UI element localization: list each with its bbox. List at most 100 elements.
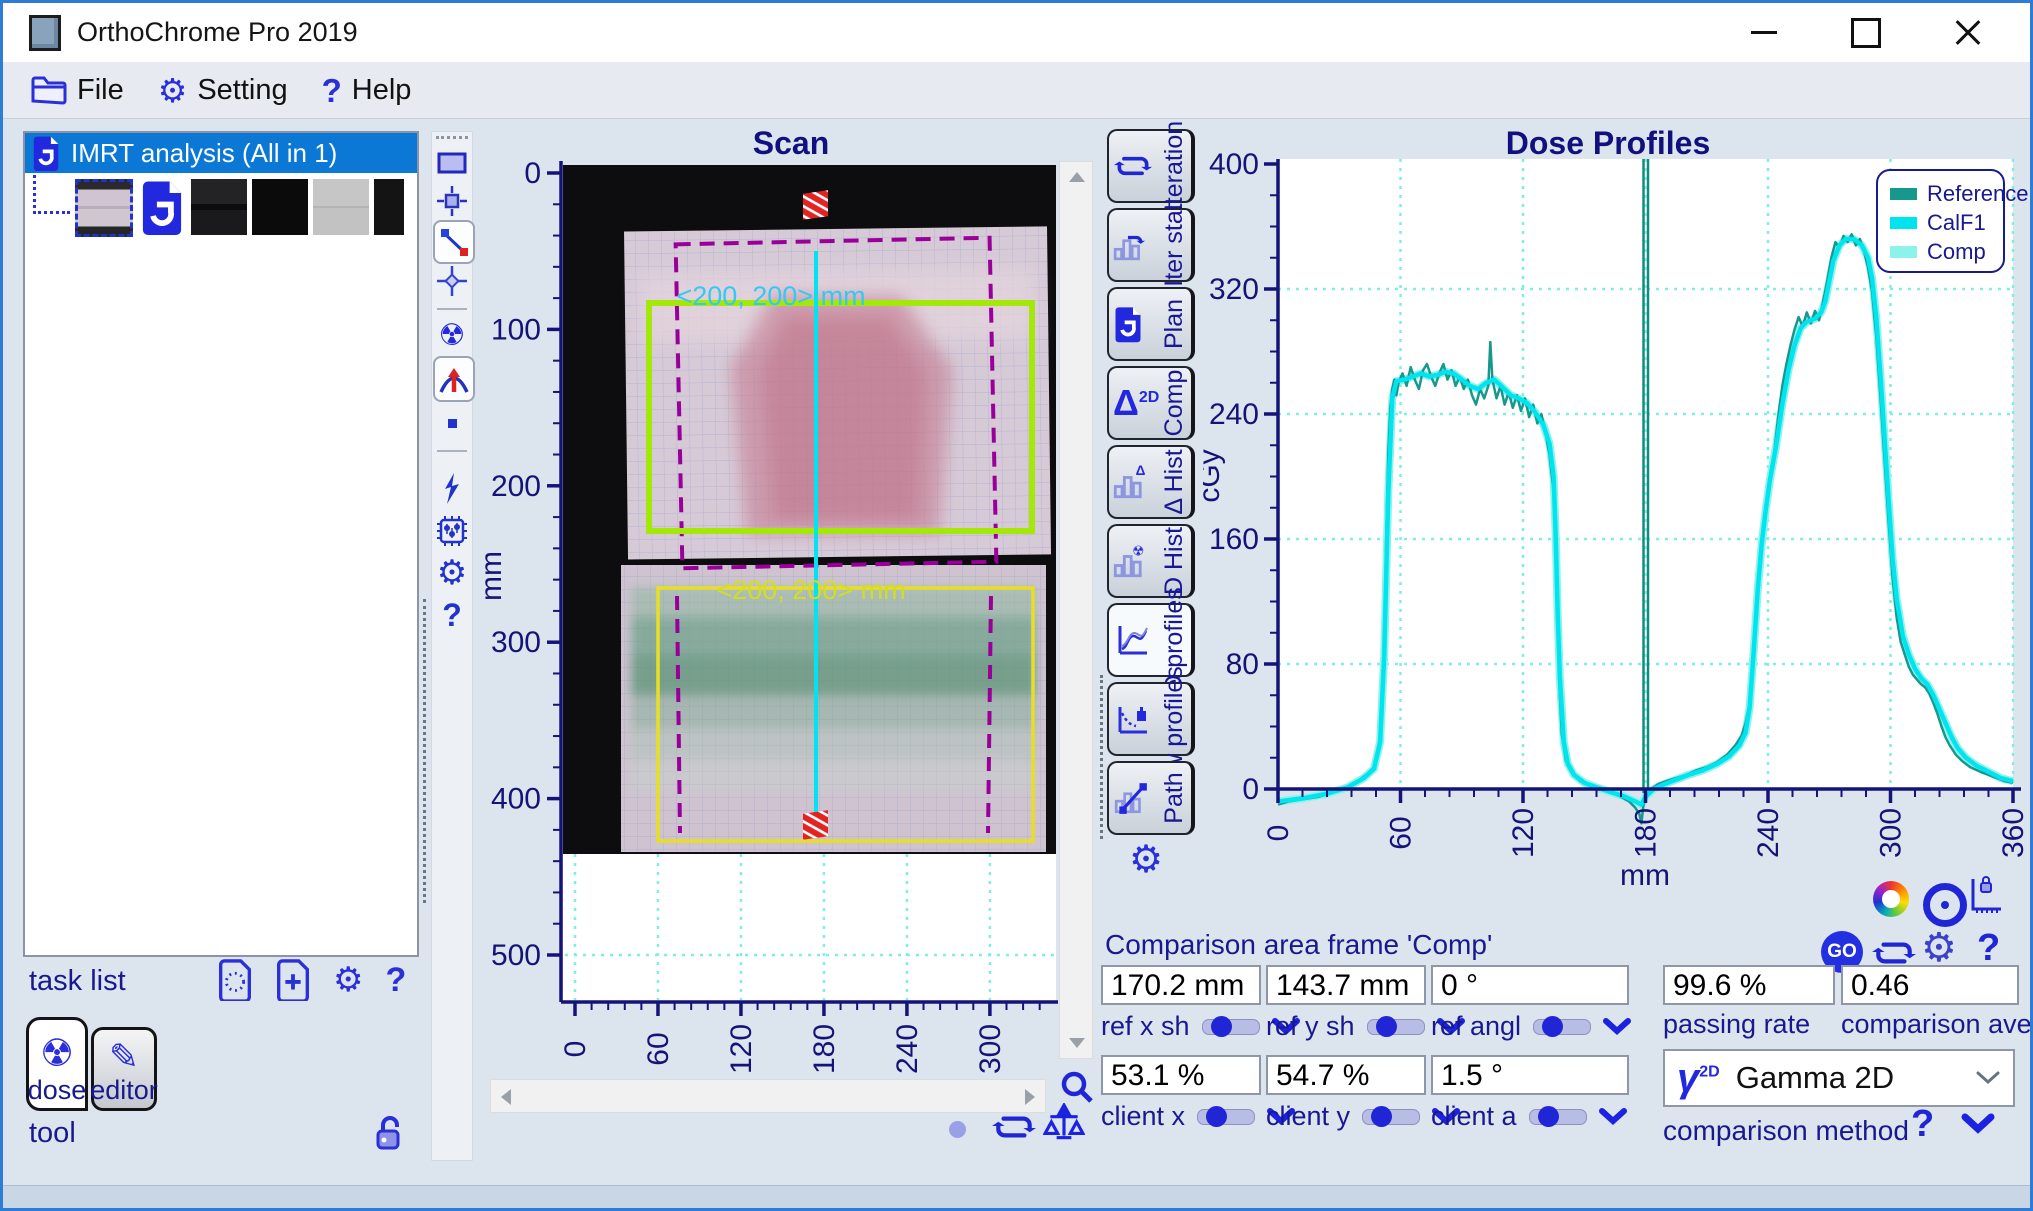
thumbnail-row — [25, 173, 417, 237]
tab-plan[interactable]: Plan — [1107, 287, 1195, 361]
client-angle-slider[interactable] — [1529, 1109, 1587, 1125]
svg-text:240: 240 — [891, 1024, 924, 1074]
client-y-field[interactable]: 54.7 % — [1266, 1055, 1426, 1095]
tab-delta-hist[interactable]: Δ Δ Hist — [1107, 445, 1195, 519]
ref-angle-expand-icon[interactable] — [1603, 1018, 1631, 1036]
profile-handle-top[interactable] — [803, 190, 828, 220]
scan-view[interactable]: <200, 200> mm <200, 200> mm 010020030040… — [481, 121, 1101, 1166]
legend-row-comp: Comp — [1890, 237, 2003, 266]
profiles-settings-button[interactable]: ⚙ — [1129, 837, 1163, 882]
minimize-button[interactable] — [1742, 13, 1786, 53]
close-button[interactable] — [1946, 13, 1990, 53]
ref-angle-slider[interactable] — [1533, 1019, 1591, 1035]
svg-text:240: 240 — [1209, 398, 1259, 431]
axis-lock-icon[interactable] — [1965, 875, 2003, 915]
ref-y-shift-slider[interactable] — [1367, 1019, 1425, 1035]
tab-iteration[interactable]: Iteration — [1107, 129, 1195, 203]
unlock-icon[interactable] — [373, 1113, 405, 1153]
target-icon[interactable] — [1923, 883, 1967, 927]
svg-text:60: 60 — [1385, 816, 1418, 849]
svg-text:Δ: Δ — [1136, 465, 1146, 478]
window-title: OrthoChrome Pro 2019 — [77, 17, 358, 48]
scan-h-scrollbar[interactable] — [490, 1079, 1046, 1113]
processing-settings-tool[interactable] — [435, 514, 469, 548]
add-task-button[interactable] — [275, 959, 311, 1001]
center-marker-tool[interactable] — [435, 184, 469, 218]
point-tool[interactable] — [435, 406, 469, 440]
cycle-icon[interactable] — [991, 1109, 1037, 1145]
maximize-button[interactable] — [1844, 13, 1888, 53]
svg-text:0: 0 — [524, 157, 541, 190]
method-expand-icon[interactable] — [1961, 1113, 1995, 1135]
client-y-slider[interactable] — [1362, 1109, 1420, 1125]
client-x-field[interactable]: 53.1 % — [1101, 1055, 1261, 1095]
thumbnail-film-dark[interactable] — [191, 179, 247, 235]
menu-help[interactable]: ? Help — [312, 70, 422, 111]
thumbnail-film-gray[interactable] — [313, 179, 369, 235]
task-settings-button[interactable]: ⚙ — [333, 960, 363, 1000]
task-help-button[interactable]: ? — [385, 961, 406, 1000]
peak-tool[interactable] — [433, 356, 475, 402]
menu-file[interactable]: File — [21, 70, 134, 111]
crosshair-tool[interactable] — [435, 264, 469, 298]
tool-tab-dose[interactable]: ☢ dose — [26, 1017, 88, 1111]
client-x-slider[interactable] — [1197, 1109, 1255, 1125]
svg-text:120: 120 — [725, 1024, 758, 1074]
menu-help-label: Help — [352, 74, 412, 107]
method-help-button[interactable]: ? — [1911, 1103, 1934, 1146]
line-profile-tool[interactable] — [433, 220, 475, 264]
scroll-right-arrow[interactable] — [1025, 1089, 1035, 1105]
client-angle-expand-icon[interactable] — [1599, 1108, 1627, 1126]
client-angle-field[interactable]: 1.5 ° — [1431, 1055, 1629, 1095]
balance-icon[interactable] — [1043, 1103, 1085, 1145]
tab-path[interactable]: Path — [1107, 761, 1195, 835]
tab-comp[interactable]: Δ2D Comp — [1107, 366, 1195, 440]
tab-delta-hist-label: Δ Hist — [1160, 449, 1189, 514]
comparison-help-button[interactable]: ? — [1977, 927, 2000, 970]
iteration-icon — [1113, 149, 1153, 183]
color-wheel-icon[interactable] — [1873, 881, 1909, 917]
radiation-icon: ☢ — [40, 1035, 74, 1073]
toolbar-grip[interactable] — [436, 136, 468, 139]
legend-label-comp: Comp — [1927, 239, 1986, 265]
comparison-average-field[interactable]: 0.46 — [1841, 965, 2019, 1005]
comparison-method-dropdown[interactable]: γ2D Gamma 2D — [1663, 1049, 2015, 1107]
legend-swatch-comp — [1890, 246, 1917, 258]
svg-text:180: 180 — [808, 1024, 841, 1074]
svg-text:300: 300 — [491, 626, 541, 659]
thumbnail-film-black[interactable] — [252, 179, 308, 235]
scroll-up-arrow[interactable] — [1069, 172, 1085, 182]
svg-text:mm: mm — [1620, 859, 1670, 892]
dose-tool[interactable]: ☢ — [435, 318, 469, 352]
flash-tool[interactable] — [435, 472, 469, 506]
thumbnail-selected[interactable] — [75, 179, 133, 237]
ref-x-shift-field[interactable]: 170.2 mm — [1101, 965, 1261, 1005]
ref-angle-label: ref angl — [1431, 1011, 1521, 1042]
question-icon: ? — [322, 74, 342, 107]
svg-text:180: 180 — [1630, 808, 1663, 858]
svg-text:0: 0 — [1242, 773, 1259, 806]
splitter-left[interactable] — [423, 599, 426, 903]
scan-v-scrollbar[interactable] — [1059, 161, 1093, 1059]
scan-settings-tool[interactable]: ⚙ — [435, 556, 469, 590]
tool-tab-editor[interactable]: ✎ editor — [91, 1027, 157, 1111]
tab-iter-stat[interactable]: Iter stat — [1107, 208, 1195, 282]
tab-w-profiles[interactable]: w profiles — [1107, 682, 1195, 756]
scroll-down-arrow[interactable] — [1069, 1038, 1085, 1048]
ref-x-shift-slider[interactable] — [1202, 1019, 1260, 1035]
rect-select-tool[interactable] — [435, 146, 469, 180]
ref-angle-field[interactable]: 0 ° — [1431, 965, 1629, 1005]
passing-rate-field[interactable]: 99.6 % — [1663, 965, 1835, 1005]
profile-handle-bottom[interactable] — [803, 810, 828, 840]
scan-help-button[interactable]: ? — [435, 598, 469, 632]
menu-setting[interactable]: ⚙ Setting — [148, 70, 298, 111]
zoom-icon[interactable] — [1059, 1069, 1095, 1105]
svg-text:320: 320 — [1209, 273, 1259, 306]
document-thumbnail-icon[interactable] — [138, 179, 186, 235]
svg-text:60: 60 — [642, 1032, 675, 1065]
select-task-button[interactable] — [217, 959, 253, 1001]
scroll-left-arrow[interactable] — [501, 1089, 511, 1105]
thumbnail-film-dark2[interactable] — [374, 179, 404, 235]
ref-y-shift-field[interactable]: 143.7 mm — [1266, 965, 1426, 1005]
task-row-selected[interactable]: IMRT analysis (All in 1) — [25, 133, 417, 173]
